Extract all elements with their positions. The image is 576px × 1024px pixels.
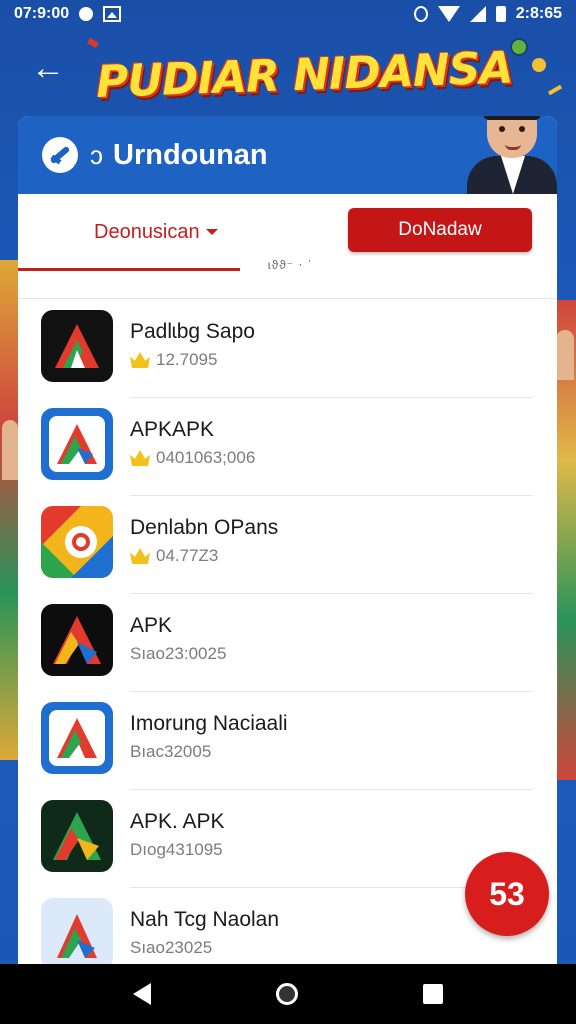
app-meta-text: Sıao23:0025 — [130, 644, 227, 663]
list-item[interactable]: Imorung Naciaali Bıac32005 — [18, 692, 557, 790]
app-name: Padlɩbg Sapo — [130, 320, 255, 343]
signal-icon — [469, 6, 486, 22]
settings-icon — [79, 7, 94, 21]
app-meta-text: 04.77Z3 — [156, 546, 219, 565]
light-blue-a-icon — [41, 898, 113, 966]
header-prefix: ↄ — [90, 139, 103, 170]
back-arrow-icon[interactable]: ← — [28, 50, 68, 86]
list-item[interactable]: Padlɩbg Sapo 12.7095 — [18, 300, 557, 398]
app-meta: Dıog431095 — [130, 840, 223, 860]
divider — [18, 298, 557, 299]
nav-back-icon[interactable] — [132, 983, 151, 1005]
count-fab-button[interactable]: 53 — [465, 852, 549, 936]
list-item[interactable]: APKAPK 0401063;006 — [18, 398, 557, 496]
app-name: Nah Tcg Naolan — [130, 908, 280, 931]
header-title: Urndounan — [113, 138, 268, 171]
app-meta: 04.77Z3 — [130, 546, 218, 566]
category-dropdown[interactable]: Deonusican — [94, 216, 218, 248]
app-logo-icon — [42, 137, 78, 173]
card-header: ↄ Urndounan — [18, 116, 557, 194]
app-meta-text: Sıao23025 — [130, 938, 213, 957]
gallery-icon — [103, 6, 122, 22]
status-clock-right: 2:8:65 — [515, 5, 562, 22]
battery-icon — [495, 6, 506, 22]
status-bar: 07:9:00 2:8:65 — [0, 0, 576, 28]
app-meta-text: Bıac32005 — [130, 742, 212, 761]
app-meta: Bıac32005 — [130, 742, 211, 762]
app-name: Imorung Naciaali — [130, 712, 288, 735]
app-name: APK. APK — [130, 810, 225, 833]
navigation-bar — [0, 964, 576, 1024]
colorful-a-icon — [41, 506, 113, 578]
app-meta: Sıao23025 — [130, 938, 212, 958]
nav-recents-icon[interactable] — [423, 984, 444, 1004]
app-name: APKAPK — [130, 418, 215, 441]
caret-down-icon — [205, 229, 218, 235]
list-item[interactable]: Denlabn OPans 04.77Z3 — [18, 496, 557, 594]
tab-secondary[interactable]: ɩϑϑ⁻ ⋅ ˈ — [268, 258, 313, 272]
crown-icon — [130, 548, 150, 564]
app-meta-text: 12.7095 — [156, 350, 218, 369]
list-item[interactable]: APK Sıao23:0025 — [18, 594, 557, 692]
blue-a-icon — [41, 408, 113, 480]
status-time: 07:9:00 — [14, 5, 70, 22]
avatar — [457, 116, 557, 194]
app-meta-text: Dıog431095 — [130, 840, 223, 859]
category-dropdown-label: Deonusican — [94, 220, 200, 243]
app-meta: 12.7095 — [130, 350, 217, 370]
app-name: Denlabn OPans — [130, 516, 279, 539]
banner-title: PUDIAR NIDANSA — [95, 42, 514, 108]
app-meta: Sıao23:0025 — [130, 644, 226, 664]
app-meta: 0401063;006 — [130, 448, 255, 468]
download-button[interactable]: DoNadaw — [348, 208, 532, 252]
active-tab-indicator — [18, 268, 240, 271]
app-name: APK — [130, 614, 173, 637]
dark-a-icon — [41, 310, 113, 382]
crown-icon — [130, 352, 150, 368]
wifi-icon — [437, 6, 460, 22]
blue-a-icon — [41, 702, 113, 774]
nav-home-icon[interactable] — [275, 983, 298, 1005]
dark-green-a-icon — [41, 800, 113, 872]
alarm-icon — [413, 6, 428, 22]
app-meta-text: 0401063;006 — [156, 448, 256, 467]
downloads-card: ↄ Urndounan Deonusican DoNadaw ɩϑϑ⁻ ⋅ ˈ … — [18, 116, 557, 966]
crown-icon — [130, 450, 150, 466]
dark-gold-a-icon — [41, 604, 113, 676]
